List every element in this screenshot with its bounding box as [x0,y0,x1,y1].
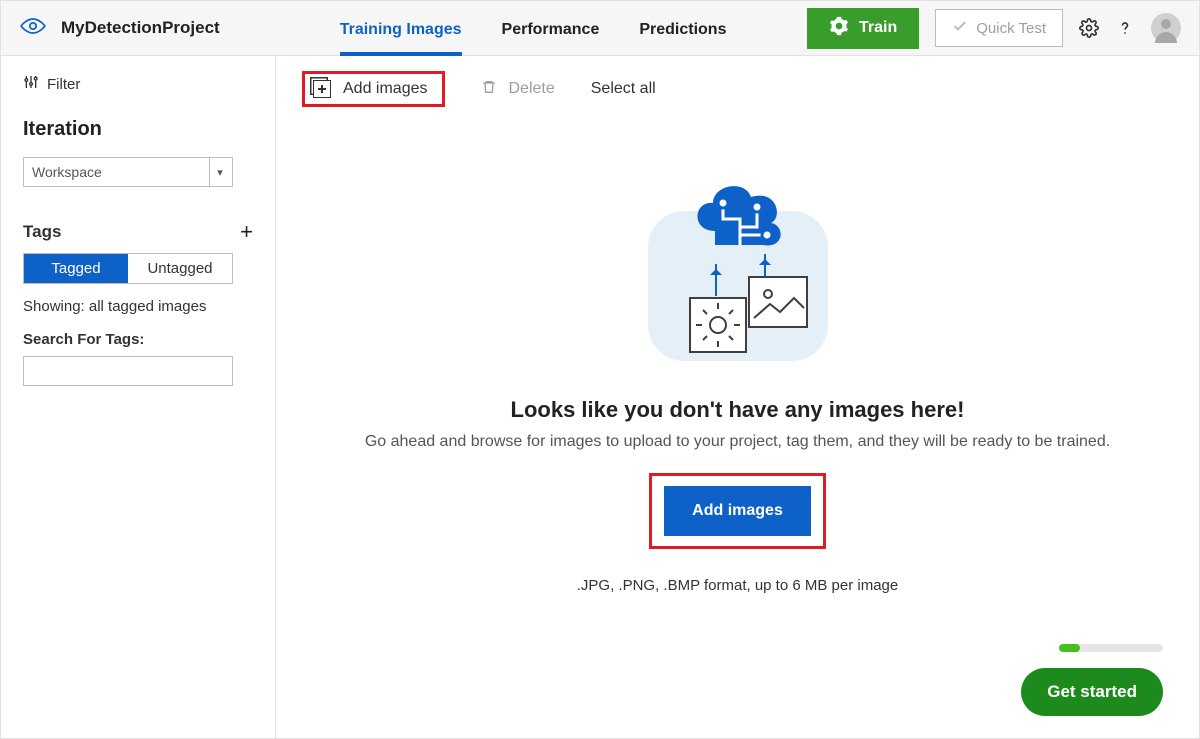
cloud-ai-icon [685,179,795,254]
toolbar-delete-label: Delete [509,80,555,98]
add-images-button[interactable]: Add images [664,486,811,536]
tab-performance[interactable]: Performance [502,5,600,55]
main-tabs: Training Images Performance Predictions [340,1,727,55]
project-title: MyDetectionProject [61,18,220,38]
get-started-button[interactable]: Get started [1021,668,1163,716]
search-tags-label: Search For Tags: [23,331,253,348]
add-tag-button[interactable]: + [240,221,253,243]
main-panel: Add images Delete Select all [276,56,1199,738]
toolbar-add-images[interactable]: Add images [302,71,445,107]
filter-sidebar: Filter Iteration Workspace Tags + Tagged… [1,56,276,738]
add-images-icon [313,80,331,98]
gears-icon [829,16,849,41]
help-icon[interactable] [1115,18,1135,38]
segment-untagged[interactable]: Untagged [128,254,232,283]
iteration-select[interactable]: Workspace [23,157,233,187]
segment-tagged[interactable]: Tagged [24,254,128,283]
tab-predictions[interactable]: Predictions [639,5,726,55]
toolbar-add-images-label: Add images [343,80,428,98]
accepted-formats: .JPG, .PNG, .BMP format, up to 6 MB per … [328,577,1148,594]
empty-heading: Looks like you don't have any images her… [328,397,1148,423]
settings-icon[interactable] [1079,18,1099,38]
add-images-highlight: Add images [649,473,826,549]
user-avatar[interactable] [1151,13,1181,43]
iteration-select-value: Workspace [32,164,102,180]
search-tags-input[interactable] [23,356,233,386]
empty-subheading: Go ahead and browse for images to upload… [328,433,1148,451]
toolbar-select-all-label: Select all [591,80,656,98]
quick-test-button: Quick Test [935,9,1063,47]
empty-state-illustration [643,171,833,371]
showing-text: Showing: all tagged images [23,298,253,315]
filter-header[interactable]: Filter [23,74,253,94]
image-toolbar: Add images Delete Select all [276,56,1199,121]
eye-logo-icon [19,16,47,41]
toolbar-delete: Delete [481,78,555,101]
tags-heading: Tags [23,222,61,242]
tag-filter-segment: Tagged Untagged [23,253,233,284]
train-button-label: Train [859,19,897,37]
quick-test-label: Quick Test [976,20,1046,37]
project-home[interactable]: MyDetectionProject [19,16,220,41]
train-button[interactable]: Train [807,8,919,49]
progress-bar [1059,644,1163,652]
header-actions: Train Quick Test [807,8,1181,49]
iteration-heading: Iteration [23,118,253,141]
tab-training-images[interactable]: Training Images [340,5,462,55]
check-icon [952,18,968,38]
top-header: MyDetectionProject Training Images Perfo… [1,1,1199,56]
trash-icon [481,78,497,101]
toolbar-select-all[interactable]: Select all [591,80,656,98]
empty-state: Looks like you don't have any images her… [328,171,1148,594]
filter-label: Filter [47,76,80,93]
sliders-icon [23,74,39,94]
